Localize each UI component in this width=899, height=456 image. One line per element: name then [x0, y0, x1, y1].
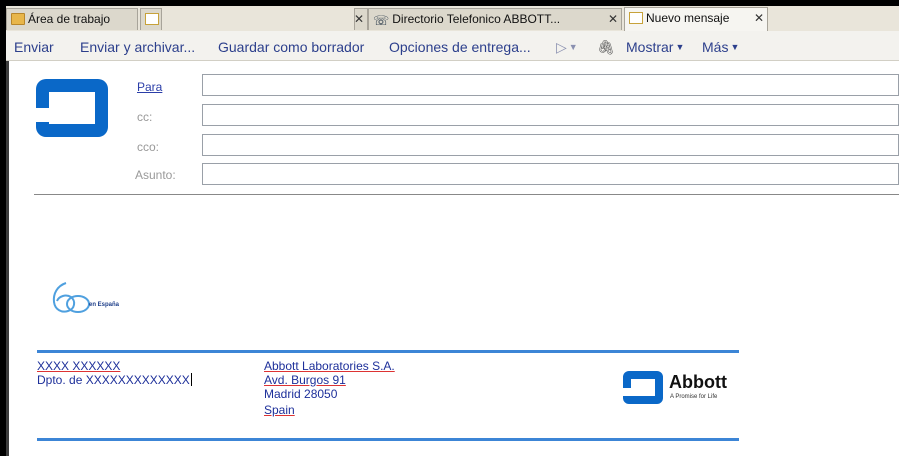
tab-label: Directorio Telefonico ABBOTT... — [392, 12, 561, 26]
toolbar: Enviar Enviar y archivar... Guardar como… — [6, 31, 899, 61]
abbott-logo-icon — [36, 79, 108, 137]
more-menu[interactable]: Más ▼ — [702, 39, 739, 55]
abbott-small-logo-icon — [623, 371, 663, 404]
cc-label: cc: — [137, 110, 153, 124]
directory-icon: ☏ — [373, 13, 390, 28]
abbott-tagline: A Promise for Life — [670, 394, 718, 400]
flag-icon: ▷ — [556, 39, 567, 55]
sixty-years-text: en España — [89, 302, 120, 308]
send-button[interactable]: Enviar — [14, 39, 54, 55]
signature-bottom-rule — [37, 438, 739, 441]
tab-directory[interactable]: ☏ Directorio Telefonico ABBOTT... ✕ — [368, 8, 622, 30]
tab-label: Nuevo mensaje — [646, 11, 730, 25]
flag-dropdown[interactable]: ▷ ▼ — [556, 39, 578, 56]
tab-workspace[interactable]: Área de trabajo — [6, 8, 138, 30]
signature-street: Avd. Burgos 91 — [264, 373, 346, 387]
tab-close-spacer[interactable]: ✕ — [354, 8, 368, 30]
signature-department-text: Dpto. de XXXXXXXXXXXXX — [37, 373, 190, 387]
to-label[interactable]: Para — [137, 80, 162, 94]
text-cursor — [190, 373, 192, 386]
document-icon — [145, 13, 159, 25]
sixty-years-logo: en España — [52, 282, 120, 313]
folder-icon — [11, 13, 25, 25]
tab-bar: Área de trabajo ✕ ☏ Directorio Telefonico… — [6, 6, 899, 31]
more-menu-label: Más — [702, 39, 729, 55]
signature-top-rule — [37, 350, 739, 353]
save-draft-button[interactable]: Guardar como borrador — [218, 39, 364, 55]
subject-label: Asunto: — [135, 168, 176, 182]
close-icon[interactable]: ✕ — [608, 9, 618, 29]
delivery-options-button[interactable]: Opciones de entrega... — [389, 39, 531, 55]
send-archive-button[interactable]: Enviar y archivar... — [80, 39, 195, 55]
compose-border — [6, 61, 9, 456]
signature-department: Dpto. de XXXXXXXXXXXXX — [37, 373, 192, 387]
signature-city: Madrid 28050 — [264, 387, 338, 401]
chevron-down-icon: ▼ — [675, 42, 685, 52]
chevron-down-icon: ▼ — [568, 42, 578, 52]
new-message-icon — [629, 12, 643, 24]
signature-company: Abbott Laboratories S.A. — [264, 359, 395, 373]
show-menu[interactable]: Mostrar ▼ — [626, 39, 684, 55]
subject-field[interactable] — [202, 163, 899, 185]
abbott-brand: Abbott — [669, 372, 727, 392]
header-divider — [34, 194, 899, 195]
tab-new-message[interactable]: Nuevo mensaje ✕ — [624, 7, 768, 31]
close-icon[interactable]: ✕ — [754, 8, 764, 28]
to-field[interactable] — [202, 74, 899, 96]
show-menu-label: Mostrar — [626, 39, 674, 55]
tab-label: Área de trabajo — [28, 12, 111, 26]
close-icon[interactable]: ✕ — [355, 9, 364, 29]
compose-area: Para cc: cco: Asunto: en España XXXX XXX… — [6, 61, 899, 456]
signature-name: XXXX XXXXXX — [37, 359, 121, 373]
tab-untitled[interactable] — [140, 8, 162, 30]
bcc-field[interactable] — [202, 134, 899, 156]
paperclip-icon[interactable]: 🖇 — [597, 39, 615, 56]
signature-country: Spain — [264, 403, 295, 417]
cc-field[interactable] — [202, 104, 899, 126]
chevron-down-icon: ▼ — [730, 42, 740, 52]
bcc-label: cco: — [137, 140, 160, 154]
